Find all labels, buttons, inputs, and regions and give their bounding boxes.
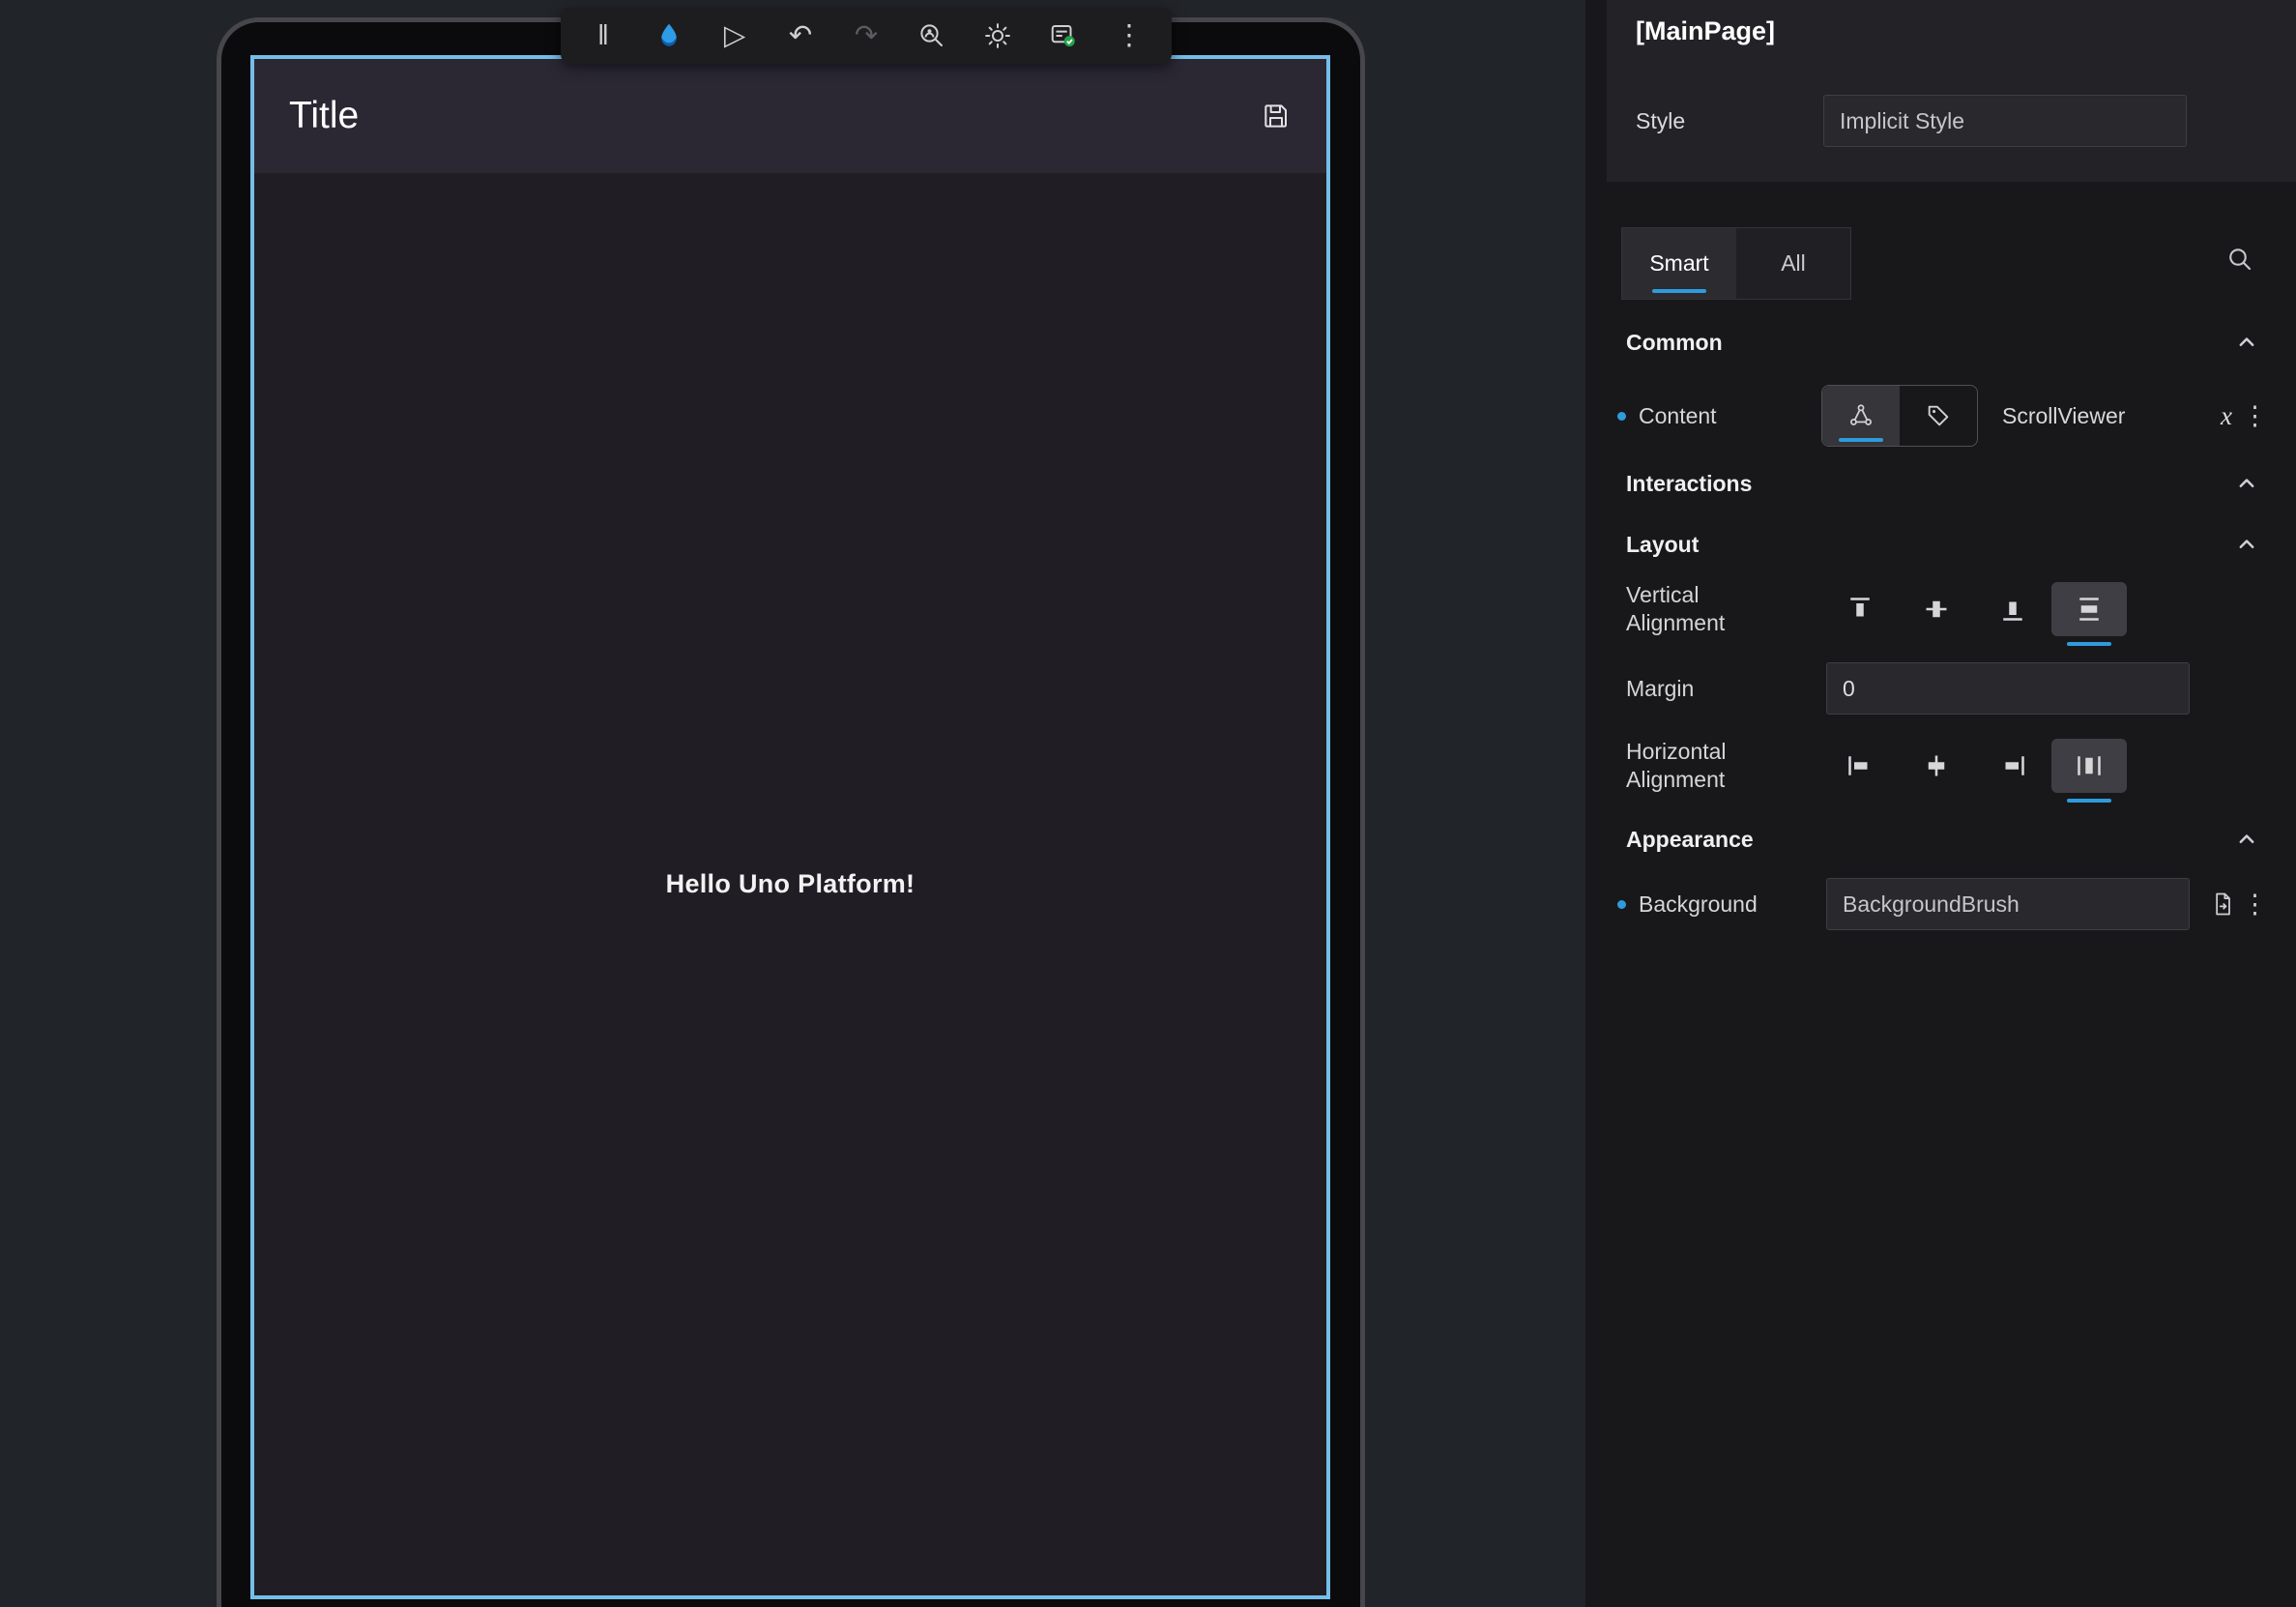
element-picker-icon[interactable]	[916, 20, 947, 51]
property-row-margin: Margin	[1585, 662, 2296, 715]
halign-right-button[interactable]	[1975, 739, 2050, 793]
chevron-up-icon[interactable]	[2236, 473, 2257, 494]
content-editor-toggle	[1821, 385, 1978, 447]
app-title-bar: Title	[254, 59, 1326, 173]
valign-stretch-button[interactable]	[2051, 582, 2127, 636]
designer-toolbar: ‖ ▷ ↶ ↷	[561, 8, 1172, 64]
content-menu-icon[interactable]: ⋮	[2242, 401, 2267, 431]
halign-center-button[interactable]	[1899, 739, 1974, 793]
valign-bottom-button[interactable]	[1975, 582, 2050, 636]
section-interactions-label: Interactions	[1626, 471, 1752, 497]
tab-active-underline	[1652, 289, 1706, 293]
more-options-icon[interactable]: ⋮	[1114, 20, 1145, 51]
binding-icon[interactable]: x	[2221, 401, 2232, 431]
tab-smart-label: Smart	[1649, 250, 1708, 277]
property-row-vertical-alignment: Vertical Alignment	[1585, 582, 2296, 636]
section-layout[interactable]: Layout	[1585, 522, 2296, 567]
content-tag-button[interactable]	[1900, 386, 1977, 446]
resource-picker-icon[interactable]	[2209, 891, 2236, 918]
valign-top-button[interactable]	[1822, 582, 1898, 636]
app-content-area: Hello Uno Platform!	[254, 173, 1326, 1595]
save-icon[interactable]	[1261, 101, 1292, 131]
property-row-horizontal-alignment: Horizontal Alignment	[1585, 739, 2296, 793]
hello-text: Hello Uno Platform!	[666, 869, 915, 899]
modified-indicator-dot	[1617, 412, 1626, 421]
app-page-title: Title	[289, 95, 359, 137]
selected-element-name: [MainPage]	[1636, 14, 2257, 48]
background-menu-icon[interactable]: ⋮	[2242, 890, 2267, 920]
hot-design-flame-icon[interactable]	[654, 20, 684, 51]
section-common[interactable]: Common	[1585, 320, 2296, 365]
tab-all[interactable]: All	[1736, 228, 1850, 299]
property-row-content: Content ScrollViewer x	[1585, 384, 2296, 448]
style-input[interactable]	[1823, 95, 2187, 147]
content-designer-button[interactable]	[1822, 386, 1900, 446]
app-selection-outline[interactable]: Title Hello Uno Platform!	[250, 55, 1330, 1599]
property-row-background: Background ⋮	[1585, 878, 2296, 930]
style-row: Style	[1636, 95, 2257, 147]
tab-smart[interactable]: Smart	[1622, 228, 1736, 299]
section-layout-label: Layout	[1626, 532, 1699, 558]
theme-toggle-icon[interactable]	[982, 20, 1013, 51]
redo-icon[interactable]: ↷	[851, 20, 882, 51]
background-label: Background	[1639, 891, 1758, 918]
undo-icon[interactable]: ↶	[785, 20, 816, 51]
chevron-up-icon[interactable]	[2236, 829, 2257, 850]
section-appearance-label: Appearance	[1626, 827, 1754, 853]
section-appearance[interactable]: Appearance	[1585, 817, 2296, 862]
selected-element-header: [MainPage] Style	[1607, 0, 2296, 182]
horizontal-alignment-label: Horizontal Alignment	[1626, 738, 1788, 794]
chevron-up-icon[interactable]	[2236, 332, 2257, 353]
content-value[interactable]: ScrollViewer	[2002, 403, 2125, 429]
modified-indicator-dot	[1617, 900, 1626, 909]
content-label: Content	[1639, 403, 1717, 429]
chevron-up-icon[interactable]	[2236, 534, 2257, 555]
vertical-alignment-group	[1822, 582, 2127, 636]
margin-label: Margin	[1626, 675, 1788, 703]
section-common-label: Common	[1626, 330, 1723, 356]
play-icon[interactable]: ▷	[719, 20, 750, 51]
hot-design-window: Title Hello Uno Platform! ‖ ▷ ↶ ↷	[0, 0, 2296, 1607]
background-input[interactable]	[1826, 878, 2190, 930]
valign-center-button[interactable]	[1899, 582, 1974, 636]
horizontal-alignment-group	[1822, 739, 2127, 793]
tab-all-label: All	[1781, 250, 1806, 277]
halign-left-button[interactable]	[1822, 739, 1898, 793]
diagnostics-checklist-icon[interactable]	[1048, 20, 1079, 51]
vertical-alignment-label: Vertical Alignment	[1626, 581, 1788, 637]
properties-panel: [MainPage] Style Smart All Common	[1585, 0, 2296, 1607]
margin-input[interactable]	[1826, 662, 2190, 715]
halign-stretch-button[interactable]	[2051, 739, 2127, 793]
property-tabs: Smart All	[1621, 227, 1851, 300]
style-label: Style	[1636, 108, 1823, 134]
drag-handle-icon[interactable]: ‖	[588, 20, 619, 51]
search-icon[interactable]	[2224, 244, 2255, 275]
section-interactions[interactable]: Interactions	[1585, 461, 2296, 506]
